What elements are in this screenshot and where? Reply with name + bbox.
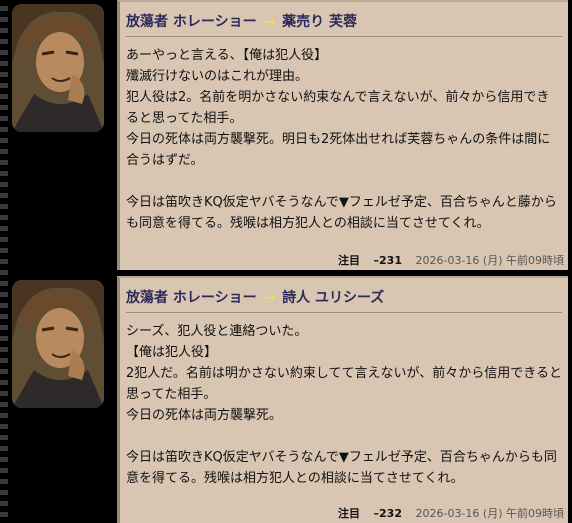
attention-link[interactable]: 注目 [338, 254, 360, 267]
message-footer: 注目 –231 2026-03-16 (月) 午前09時頃 [338, 252, 564, 268]
message-bubble: 放蕩者 ホレーショー → 薬売り 芙蓉 あーやっと言える、【俺は犯人役】 殲滅行… [117, 0, 568, 270]
message-number[interactable]: –232 [374, 507, 402, 520]
character-portrait [12, 4, 104, 132]
speaker-name[interactable]: 放蕩者 ホレーショー [126, 14, 257, 30]
speaker-name[interactable]: 放蕩者 ホレーショー [126, 290, 257, 306]
message-bubble: 放蕩者 ホレーショー → 詩人 ユリシーズ シーズ、犯人役と連絡ついた。 【俺は… [117, 276, 568, 523]
whisper-arrow-icon: → [263, 14, 276, 30]
chat-post: 放蕩者 ホレーショー → 詩人 ユリシーズ シーズ、犯人役と連絡ついた。 【俺は… [0, 276, 572, 523]
attention-link[interactable]: 注目 [338, 507, 360, 520]
target-name[interactable]: 詩人 ユリシーズ [282, 290, 384, 306]
target-name[interactable]: 薬売り 芙蓉 [282, 14, 357, 30]
message-number[interactable]: –231 [374, 254, 402, 267]
message-header: 放蕩者 ホレーショー → 詩人 ユリシーズ [126, 284, 562, 313]
message-footer: 注目 –232 2026-03-16 (月) 午前09時頃 [338, 505, 564, 521]
timestamp: 2026-03-16 (月) 午前09時頃 [415, 507, 565, 520]
avatar[interactable] [12, 4, 104, 132]
chat-post: 放蕩者 ホレーショー → 薬売り 芙蓉 あーやっと言える、【俺は犯人役】 殲滅行… [0, 0, 572, 270]
message-header: 放蕩者 ホレーショー → 薬売り 芙蓉 [126, 8, 562, 37]
timestamp: 2026-03-16 (月) 午前09時頃 [415, 254, 565, 267]
message-content: シーズ、犯人役と連絡ついた。 【俺は犯人役】 2犯人だ。名前は明かさない約束して… [126, 324, 562, 486]
character-portrait [12, 280, 104, 408]
message-content: あーやっと言える、【俺は犯人役】 殲滅行けないのはこれが理由。 犯人役は2。名前… [126, 48, 557, 231]
whisper-arrow-icon: → [263, 290, 276, 306]
avatar[interactable] [12, 280, 104, 408]
